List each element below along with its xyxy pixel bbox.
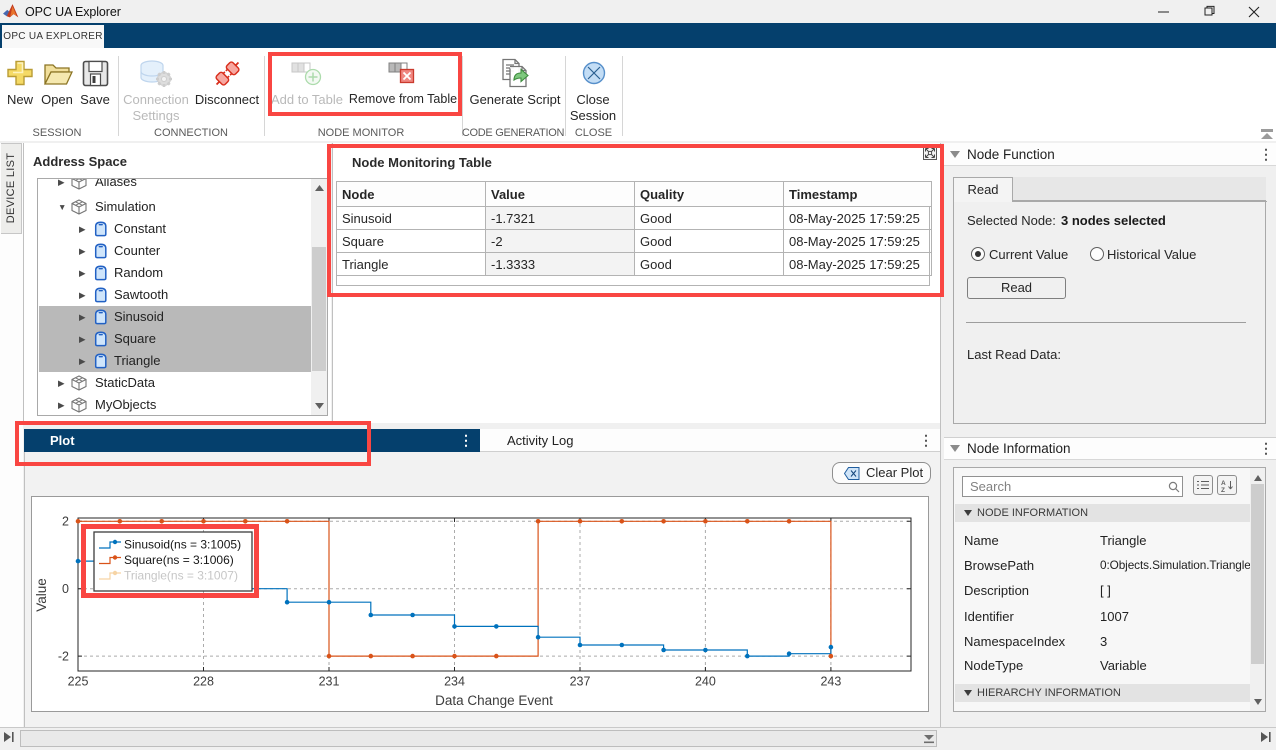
svg-text:225: 225 [68, 675, 89, 689]
svg-text:237: 237 [570, 675, 591, 689]
svg-text:Z: Z [1221, 487, 1225, 492]
svg-text:Data Change Event: Data Change Event [435, 693, 553, 708]
svg-text:A: A [1221, 480, 1226, 487]
svg-text:0: 0 [62, 582, 69, 596]
svg-text:228: 228 [193, 675, 214, 689]
svg-text:Value: Value [34, 578, 49, 612]
svg-text:240: 240 [695, 675, 716, 689]
svg-text:231: 231 [319, 675, 340, 689]
svg-text:-2: -2 [58, 650, 69, 664]
svg-text:243: 243 [820, 675, 841, 689]
svg-text:2: 2 [62, 515, 69, 529]
svg-text:234: 234 [444, 675, 465, 689]
